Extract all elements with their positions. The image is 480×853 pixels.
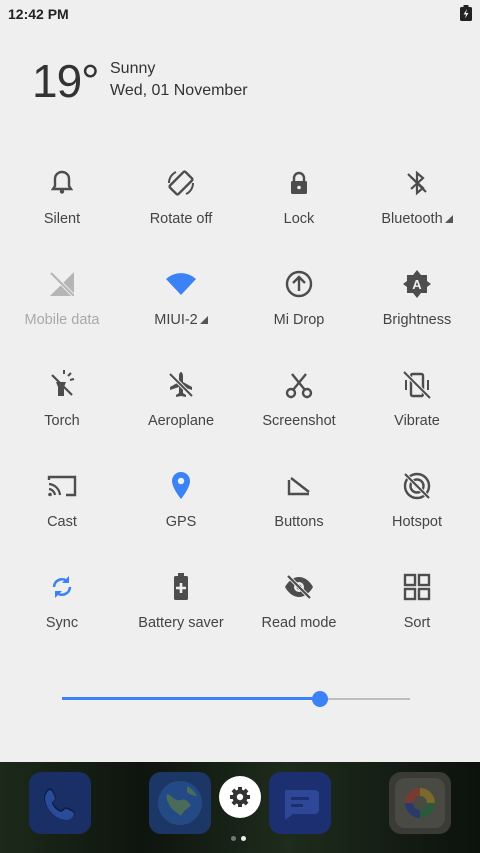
tile-mi-drop[interactable]: Mi Drop: [239, 268, 359, 358]
battery-saver-icon: [174, 573, 188, 600]
tile-brightness[interactable]: A Brightness: [357, 268, 477, 358]
scissors-icon: [285, 373, 313, 399]
tile-label: Bluetooth: [381, 211, 443, 227]
quick-settings-panel: 12:42 PM 19° Sunny Wed, 01 November Sile…: [0, 0, 480, 762]
airplane-icon: [168, 372, 194, 398]
tile-label: Cast: [47, 514, 77, 530]
tile-lock[interactable]: Lock: [239, 167, 359, 257]
page-indicator: [231, 836, 251, 842]
tile-label: Sort: [403, 615, 431, 631]
page-dot: [231, 836, 236, 841]
sync-icon: [52, 576, 72, 598]
svg-text:A: A: [412, 277, 422, 292]
tile-mobile-data[interactable]: Mobile data: [2, 268, 122, 358]
page-dot-active: [241, 836, 246, 841]
tile-label: Torch: [44, 413, 80, 429]
tile-label: Sync: [45, 615, 79, 631]
camera-icon: [395, 778, 445, 828]
tile-label: GPS: [165, 514, 197, 530]
hotspot-icon: [403, 472, 431, 500]
tile-silent[interactable]: Silent: [2, 167, 122, 257]
messages-icon: [285, 790, 319, 820]
tile-aeroplane[interactable]: Aeroplane: [121, 369, 241, 459]
settings-shortcut[interactable]: [219, 776, 261, 818]
phone-icon: [43, 787, 76, 821]
tile-label: Aeroplane: [147, 413, 215, 429]
camera-app[interactable]: [389, 772, 451, 834]
tile-label: Brightness: [382, 312, 452, 328]
cast-icon: [47, 475, 77, 497]
tile-label: Vibrate: [394, 413, 440, 429]
tile-label: Screenshot: [262, 413, 336, 429]
tile-label: MIUI-2: [154, 312, 198, 328]
home-dock: [0, 762, 480, 853]
tile-label: Battery saver: [138, 615, 224, 631]
tile-label: Mi Drop: [273, 312, 325, 328]
bluetooth-icon: [407, 170, 427, 196]
tile-label: Read mode: [261, 615, 337, 631]
eye-icon: [285, 574, 313, 600]
mi-drop-icon: [285, 270, 313, 298]
tile-miui-2[interactable]: MIUI-2: [121, 268, 241, 358]
slider-thumb[interactable]: [311, 691, 328, 707]
tile-bluetooth[interactable]: Bluetooth: [357, 167, 477, 257]
tile-battery-saver[interactable]: Battery saver: [121, 571, 241, 661]
vibrate-icon: [402, 370, 432, 400]
tile-read-mode[interactable]: Read mode: [239, 571, 359, 661]
tile-rotate-off[interactable]: Rotate off: [121, 167, 241, 257]
tile-cast[interactable]: Cast: [2, 470, 122, 560]
tile-sort[interactable]: Sort: [357, 571, 477, 661]
rotate-icon: [167, 170, 195, 196]
dropdown-arrow-icon[interactable]: [199, 316, 208, 324]
battery-charging-icon: [460, 5, 472, 21]
brightness-slider[interactable]: [62, 690, 410, 708]
tile-buttons[interactable]: Buttons: [239, 470, 359, 560]
bell-icon: [50, 170, 74, 194]
tile-screenshot[interactable]: Screenshot: [239, 369, 359, 459]
dropdown-arrow-icon[interactable]: [444, 215, 453, 223]
status-bar: 12:42 PM: [0, 0, 480, 28]
weather-condition: Sunny: [110, 60, 156, 77]
tile-gps[interactable]: GPS: [121, 470, 241, 560]
messages-app[interactable]: [269, 772, 331, 834]
gear-icon: [230, 787, 250, 807]
tile-vibrate[interactable]: Vibrate: [357, 369, 477, 459]
status-time: 12:42 PM: [8, 6, 69, 22]
tile-label: Lock: [283, 211, 315, 227]
weather-date: Wed, 01 November: [110, 82, 248, 99]
mobile-data-icon: [49, 271, 75, 297]
weather-temperature: 19°: [32, 55, 100, 107]
browser-icon: [158, 781, 202, 825]
lock-icon: [291, 171, 307, 194]
tile-label: Buttons: [274, 514, 324, 530]
tile-label: Rotate off: [149, 211, 213, 227]
slider-fill: [62, 697, 320, 700]
tile-label: Mobile data: [24, 312, 100, 328]
browser-app[interactable]: [149, 772, 211, 834]
torch-icon: [51, 370, 75, 396]
tile-label: Hotspot: [392, 514, 442, 530]
grid-icon: [403, 573, 431, 601]
wifi-icon: [166, 273, 196, 295]
tile-torch[interactable]: Torch: [2, 369, 122, 459]
location-pin-icon: [172, 472, 190, 499]
brightness-icon: A: [403, 270, 431, 298]
phone-app[interactable]: [29, 772, 91, 834]
tile-hotspot[interactable]: Hotspot: [357, 470, 477, 560]
tile-label: Silent: [43, 211, 81, 227]
tile-sync[interactable]: Sync: [2, 571, 122, 661]
buttons-icon: [287, 477, 310, 496]
